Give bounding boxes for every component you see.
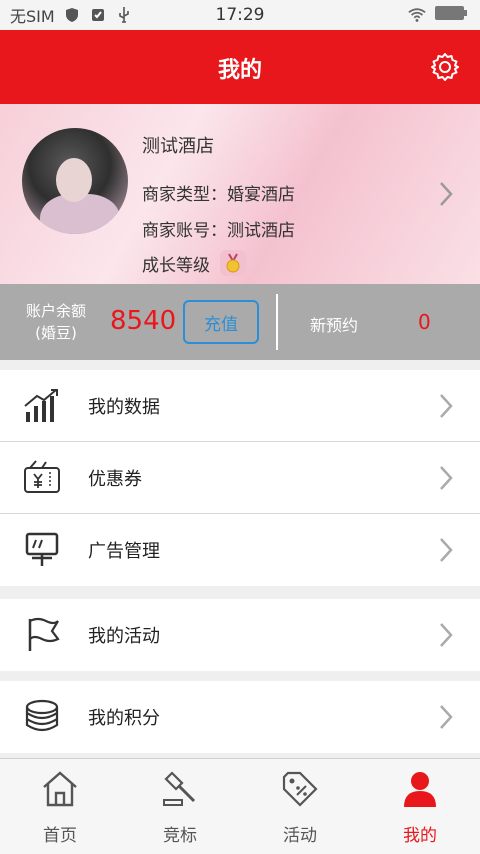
- menu-item-label: 我的数据: [88, 396, 160, 418]
- merchant-account: 商家账号：测试酒店: [142, 221, 295, 241]
- battery-icon: [434, 5, 468, 25]
- chevron-right-icon: [438, 180, 454, 208]
- checkbox-icon: [89, 6, 107, 24]
- recharge-button[interactable]: 充值: [183, 300, 259, 344]
- balance-strip: 账户余额 (婚豆) 8540 充值 新预约 0: [0, 284, 480, 360]
- coupon-icon: [22, 458, 62, 498]
- tab-label: 竞标: [163, 826, 197, 846]
- menu-item-label: 广告管理: [88, 541, 160, 562]
- menu-item-label: 我的活动: [88, 626, 160, 647]
- wifi-icon: [408, 6, 426, 24]
- bottom-tab-bar: 首页 竞标 活动 我的: [0, 758, 480, 854]
- status-bar: 无SIM 17:29: [0, 0, 480, 30]
- chevron-right-icon: [438, 464, 454, 492]
- divider: [276, 294, 278, 350]
- chevron-right-icon: [438, 392, 454, 420]
- sim-status: 无SIM: [10, 7, 55, 26]
- menu-item-my-activities[interactable]: 我的活动: [0, 599, 480, 671]
- menu-item-coupons[interactable]: 优惠券: [0, 442, 480, 514]
- balance-label: 账户余额 (婚豆): [10, 300, 102, 344]
- usb-icon: [115, 6, 133, 24]
- menu-item-label: 优惠券: [88, 468, 142, 490]
- avatar[interactable]: [22, 128, 128, 234]
- profile-card[interactable]: 测试酒店 商家类型：婚宴酒店 商家账号：测试酒店 成长等级: [0, 104, 480, 284]
- tab-bidding[interactable]: 竞标: [120, 759, 240, 854]
- balance-value: 8540: [110, 306, 177, 336]
- store-name: 测试酒店: [142, 136, 214, 157]
- chevron-right-icon: [438, 621, 454, 649]
- new-booking-count[interactable]: 0: [418, 310, 431, 334]
- menu-group-2: 我的活动: [0, 599, 480, 671]
- menu-item-my-points[interactable]: 我的积分: [0, 681, 480, 753]
- tag-icon: [280, 769, 320, 809]
- tab-mine[interactable]: 我的: [360, 759, 480, 854]
- menu-item-my-data[interactable]: 我的数据: [0, 370, 480, 442]
- title-bar: 我的: [0, 30, 480, 104]
- flag-icon: [22, 615, 62, 655]
- menu-group-1: 我的数据 优惠券 广告管理: [0, 370, 480, 586]
- medal-icon: [220, 250, 246, 276]
- coins-icon: [22, 697, 62, 737]
- tab-label: 我的: [403, 826, 437, 846]
- chevron-right-icon: [438, 536, 454, 564]
- tab-home[interactable]: 首页: [0, 759, 120, 854]
- gavel-icon: [160, 769, 200, 809]
- billboard-icon: [22, 530, 62, 570]
- user-icon: [400, 769, 440, 809]
- shield-icon: [63, 6, 81, 24]
- tab-activities[interactable]: 活动: [240, 759, 360, 854]
- page-title: 我的: [217, 58, 262, 83]
- balance-label-line2: (婚豆): [35, 324, 77, 342]
- balance-label-line1: 账户余额: [25, 302, 86, 320]
- new-booking-label[interactable]: 新预约: [310, 312, 358, 336]
- merchant-type: 商家类型：婚宴酒店: [142, 185, 295, 205]
- tab-label: 首页: [43, 826, 77, 846]
- tab-label: 活动: [283, 826, 317, 846]
- growth-level: 成长等级: [142, 250, 246, 276]
- menu-item-label: 我的积分: [88, 708, 160, 729]
- menu-group-3: 我的积分: [0, 681, 480, 753]
- menu-item-ad-management[interactable]: 广告管理: [0, 514, 480, 586]
- gear-icon[interactable]: [430, 52, 460, 82]
- chevron-right-icon: [438, 703, 454, 731]
- bar-chart-icon: [22, 386, 62, 426]
- home-icon: [40, 769, 80, 809]
- growth-level-label: 成长等级: [142, 255, 210, 276]
